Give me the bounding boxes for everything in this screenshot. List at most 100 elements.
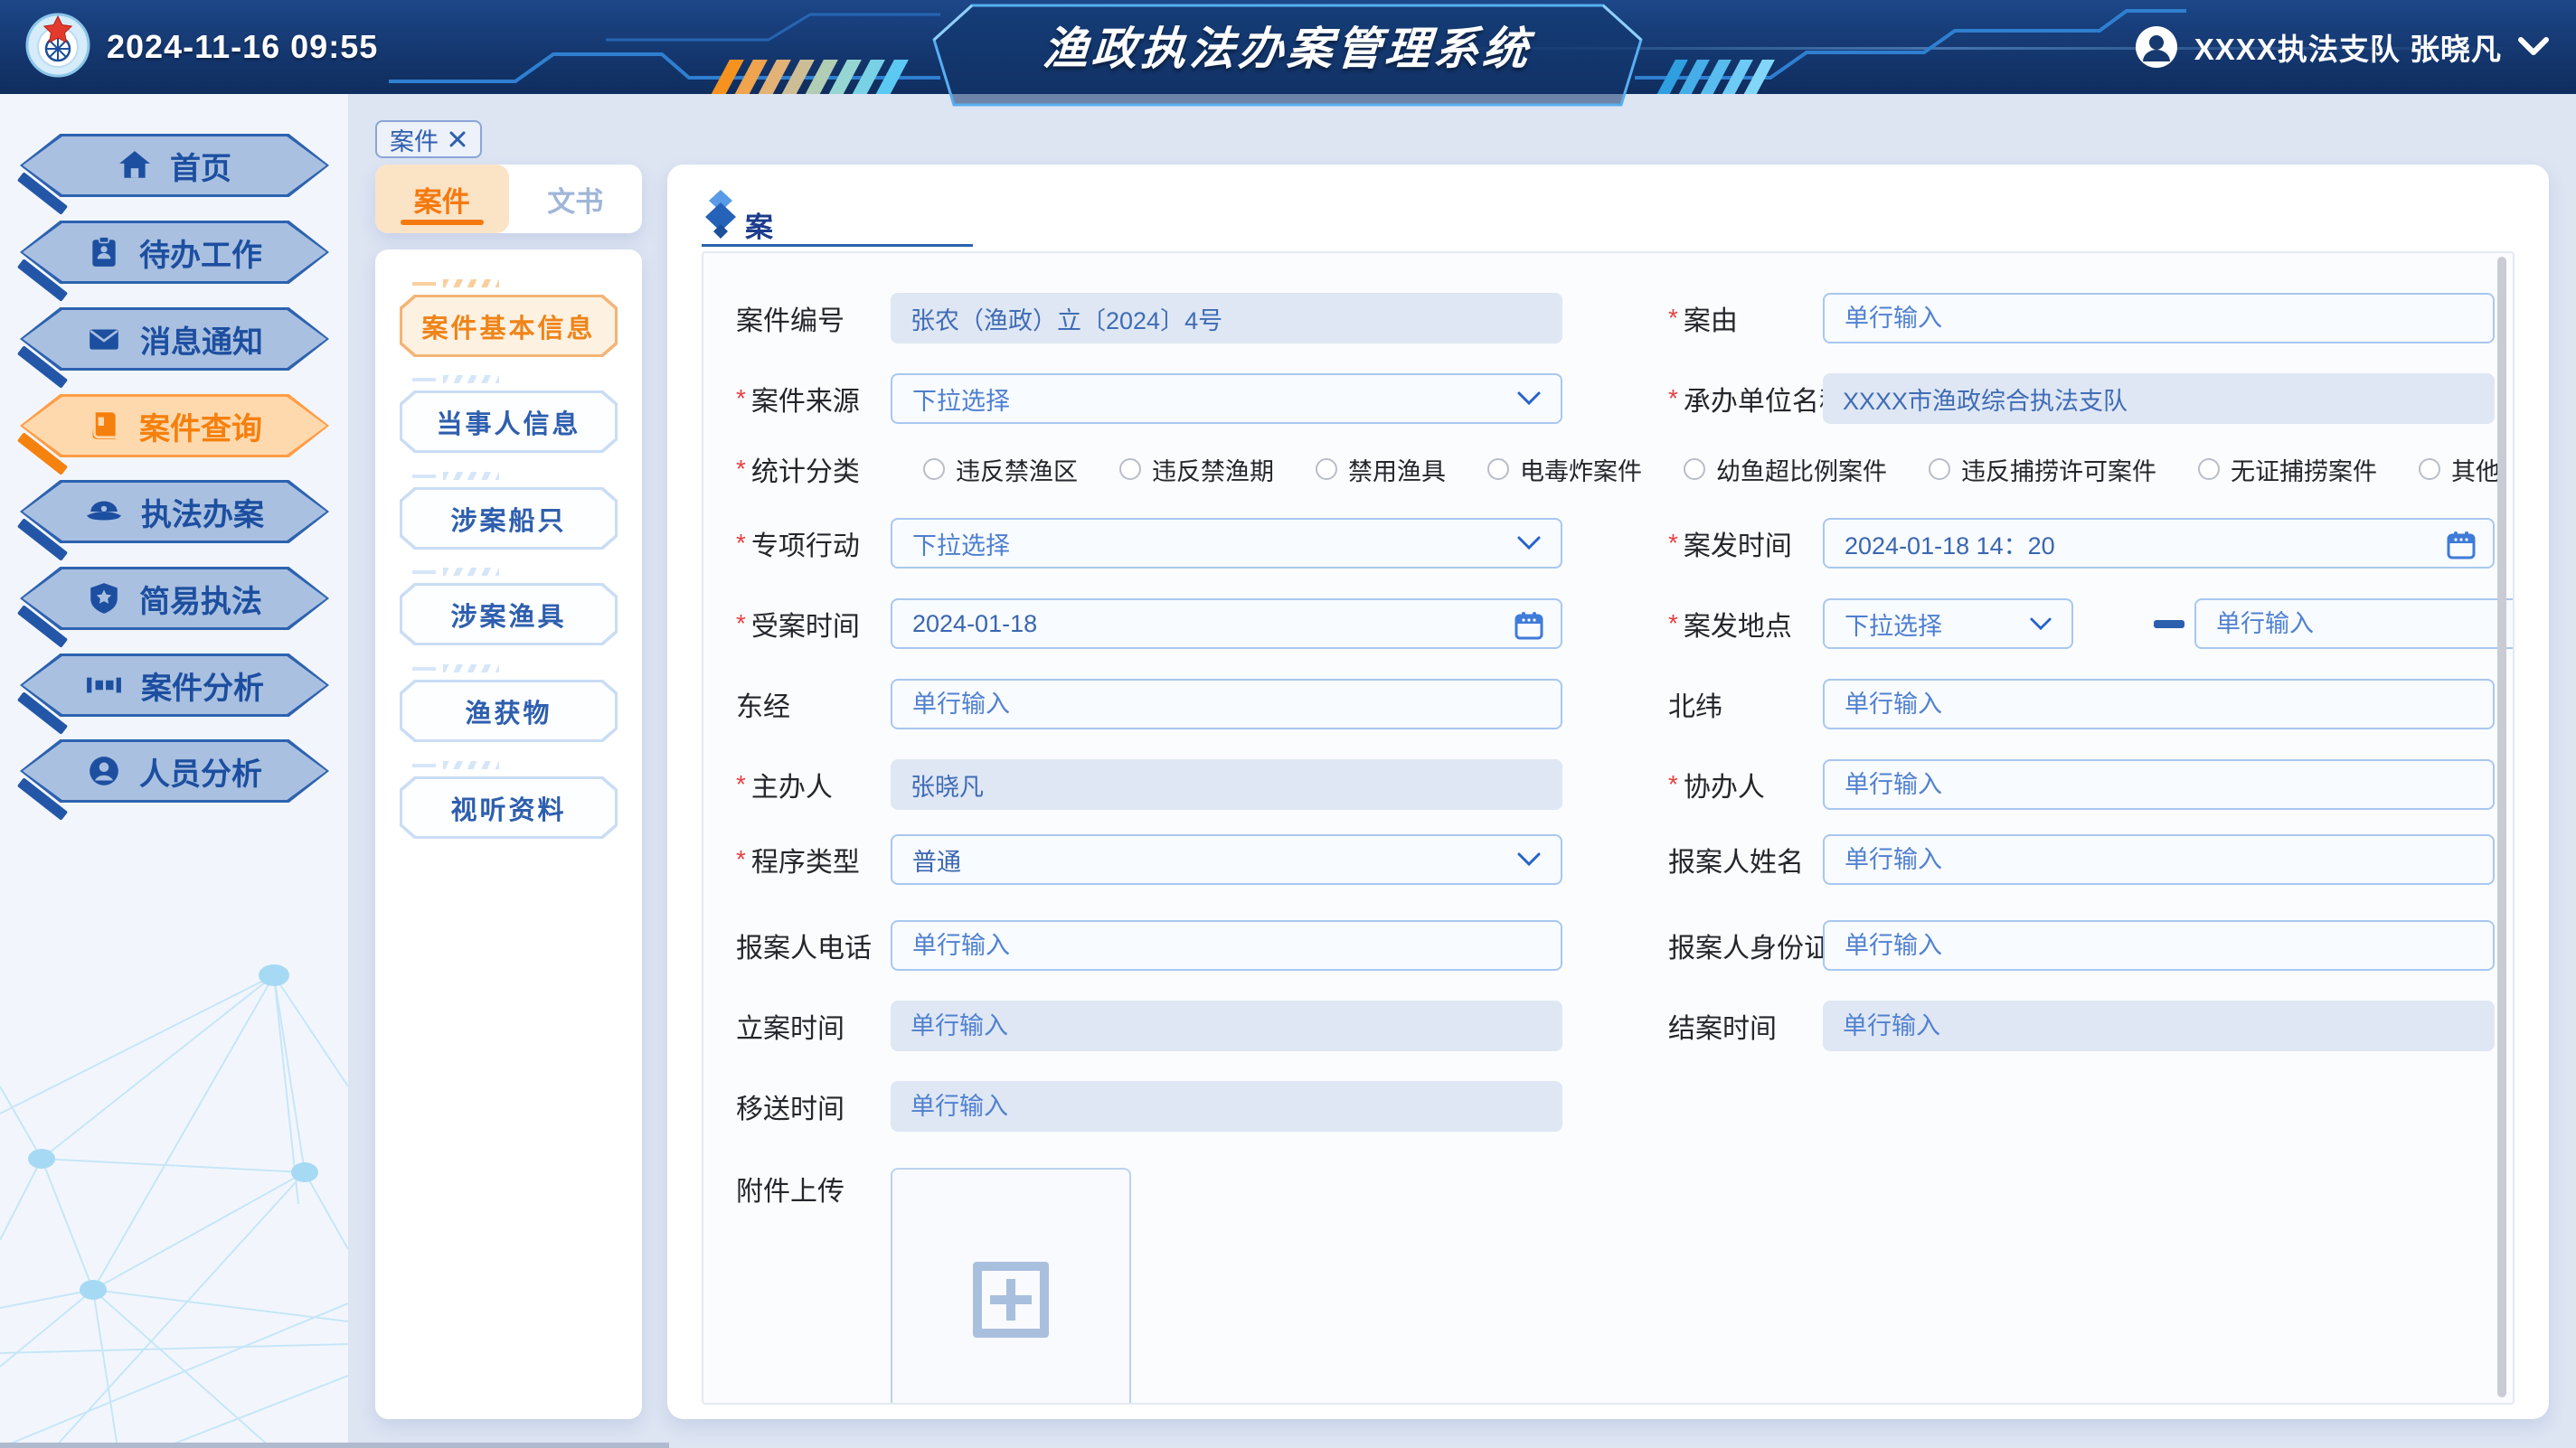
nav-party-info[interactable]: 当事人信息 — [400, 390, 618, 453]
radio-icon — [1487, 458, 1509, 480]
procedure-type-select[interactable]: 普通 — [891, 834, 1562, 885]
radio-icon — [2419, 458, 2440, 480]
sidebar-item-home[interactable]: 首页 — [20, 134, 329, 197]
open-tab-label: 案件 — [390, 122, 439, 157]
field-label: *统计分类 — [736, 443, 860, 495]
vertical-scrollbar[interactable] — [2497, 257, 2506, 1397]
sidebar-item-simple-enforcement[interactable]: 简易执法 — [20, 567, 329, 630]
sidebar-item-label: 案件分析 — [141, 663, 264, 708]
sidebar-item-label: 执法办案 — [141, 490, 264, 534]
sidebar: 首页 待办工作 消息通知 案件查询 — [0, 94, 348, 1448]
reporter-id-value[interactable] — [1845, 932, 2473, 960]
reporter-name-value[interactable] — [1845, 846, 2473, 874]
field-label: *主办人 — [736, 758, 833, 811]
co-officer-value[interactable] — [1845, 771, 2473, 799]
network-decoration-icon — [0, 815, 348, 1448]
home-icon — [118, 148, 152, 183]
reporter-name-input[interactable] — [1823, 834, 2495, 885]
lead-officer-value — [911, 771, 1543, 799]
special-action-select[interactable]: 下拉选择 — [891, 518, 1562, 569]
closing-time-value — [1843, 1012, 2475, 1040]
nav-decoration — [412, 375, 499, 383]
radio-option-4[interactable]: 电毒炸案件 — [1487, 452, 1642, 487]
close-icon[interactable] — [448, 129, 467, 149]
book-icon — [87, 409, 121, 443]
sidebar-item-label: 待办工作 — [139, 230, 262, 275]
range-dash — [2154, 620, 2184, 628]
filing-time-input — [891, 1001, 1562, 1051]
radio-option-8[interactable]: 其他 — [2419, 452, 2500, 487]
user-name: XXXX执法支队 张晓凡 — [2194, 25, 2502, 69]
field-label: 北纬 — [1668, 678, 1722, 730]
incident-place-value[interactable] — [2216, 610, 2515, 638]
header-datetime: 2024-11-16 09:55 — [107, 0, 378, 94]
open-tab-case[interactable]: 案件 — [375, 120, 482, 158]
sidebar-item-case-analysis[interactable]: 案件分析 — [20, 653, 329, 717]
nav-involved-vessels[interactable]: 涉案船只 — [400, 487, 618, 550]
subtab-bar: 案件 文书 — [375, 165, 642, 233]
radio-icon — [923, 458, 945, 480]
select-value: 普通 — [912, 842, 1508, 878]
case-section-nav: 案件基本信息 当事人信息 涉案船只 涉案渔具 渔获物 视听资料 — [375, 249, 642, 1419]
radio-icon — [1316, 458, 1337, 480]
tab-documents[interactable]: 文书 — [509, 165, 643, 233]
reporter-id-input[interactable] — [1823, 920, 2495, 971]
sidebar-item-label: 消息通知 — [140, 317, 263, 362]
chevron-down-icon — [2030, 617, 2052, 631]
date-value: 2024-01-18 14：20 — [1845, 526, 2055, 561]
field-label: 案件编号 — [736, 292, 845, 344]
sidebar-item-todo[interactable]: 待办工作 — [20, 221, 329, 284]
nav-av-materials[interactable]: 视听资料 — [400, 776, 618, 839]
radio-option-6[interactable]: 违反捕捞许可案件 — [1929, 452, 2156, 487]
latitude-value[interactable] — [1845, 691, 2473, 719]
chevron-down-icon — [1517, 391, 1541, 406]
filing-time-value — [911, 1012, 1543, 1040]
shield-star-icon — [87, 581, 121, 616]
longitude-input[interactable] — [891, 679, 1562, 729]
nav-case-basic-info[interactable]: 案件基本信息 — [400, 295, 618, 357]
tab-case[interactable]: 案件 — [375, 165, 509, 233]
sidebar-item-messages[interactable]: 消息通知 — [20, 307, 329, 371]
attachment-upload-button[interactable] — [891, 1168, 1131, 1405]
longitude-value[interactable] — [912, 691, 1541, 719]
nav-decoration — [412, 568, 499, 576]
user-menu[interactable]: XXXX执法支队 张晓凡 — [2135, 0, 2549, 94]
field-label: 报案人身份证 — [1668, 919, 1831, 972]
sidebar-item-enforcement[interactable]: 执法办案 — [20, 480, 329, 543]
nav-decoration — [412, 279, 499, 287]
unit-name-input — [1823, 373, 2495, 424]
section-diamond-icon — [700, 188, 741, 244]
case-source-select[interactable]: 下拉选择 — [891, 373, 1562, 424]
sidebar-item-label: 案件查询 — [139, 404, 262, 448]
radio-option-3[interactable]: 禁用渔具 — [1316, 452, 1446, 487]
nav-involved-gear[interactable]: 涉案渔具 — [400, 583, 618, 645]
horizontal-scrollbar[interactable] — [0, 1443, 669, 1448]
case-cause-input[interactable] — [1823, 293, 2495, 343]
sidebar-item-case-query[interactable]: 案件查询 — [20, 394, 329, 457]
accept-time-datepicker[interactable]: 2024-01-18 — [891, 598, 1562, 649]
radio-icon — [1929, 458, 1950, 480]
case-cause-value[interactable] — [1845, 305, 2473, 333]
radio-option-1[interactable]: 违反禁渔区 — [923, 452, 1078, 487]
incident-place-select[interactable]: 下拉选择 — [1823, 598, 2073, 649]
tab-label: 案件 — [414, 179, 470, 220]
co-officer-input[interactable] — [1823, 759, 2495, 810]
latitude-input[interactable] — [1823, 679, 2495, 729]
radio-option-7[interactable]: 无证捕捞案件 — [2198, 452, 2377, 487]
field-stat-class: *统计分类 违反禁渔区 违反禁渔期 禁用渔具 电毒炸案件 幼鱼超比例案件 违反捕… — [736, 443, 2508, 495]
incident-time-datepicker[interactable]: 2024-01-18 14：20 — [1823, 518, 2495, 569]
sidebar-item-label: 简易执法 — [139, 577, 262, 621]
date-value: 2024-01-18 — [912, 610, 1037, 638]
section-underline — [702, 244, 973, 247]
sidebar-item-personnel-analysis[interactable]: 人员分析 — [20, 739, 329, 803]
incident-place-input[interactable] — [2194, 598, 2515, 649]
sidebar-item-label: 首页 — [170, 144, 231, 188]
radio-option-2[interactable]: 违反禁渔期 — [1119, 452, 1274, 487]
field-label: 结案时间 — [1668, 1000, 1777, 1052]
radio-option-5[interactable]: 幼鱼超比例案件 — [1684, 452, 1887, 487]
reporter-phone-value[interactable] — [912, 932, 1541, 960]
reporter-phone-input[interactable] — [891, 920, 1562, 971]
field-label: *案由 — [1668, 292, 1738, 344]
app-title: 渔政执法办案管理系统 — [928, 13, 1647, 78]
nav-catch[interactable]: 渔获物 — [400, 680, 618, 742]
